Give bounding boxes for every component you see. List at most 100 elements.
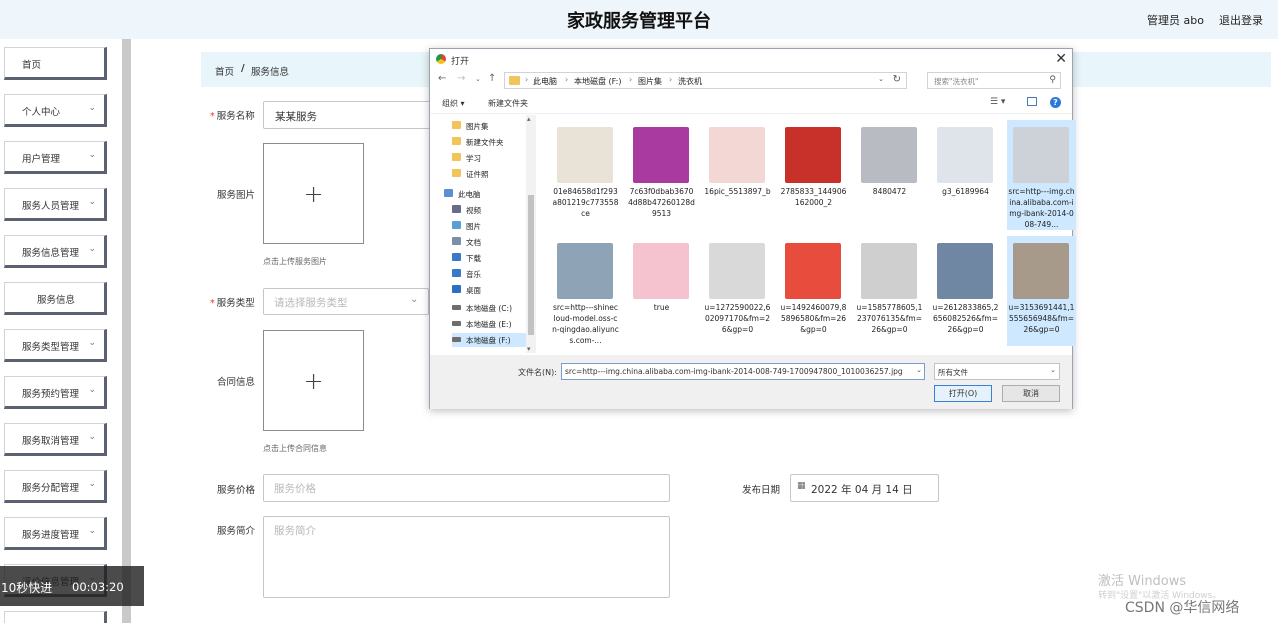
calendar-icon: ▦ [797,481,806,491]
filename-input[interactable]: src=http---img.china.alibaba.com-img-iba… [561,363,925,380]
file-item[interactable]: 7c63f0dbab36704d88b47260128d9513 [627,120,696,230]
scroll-down-icon[interactable]: ▾ [527,345,531,353]
fast-forward-label[interactable]: 10秒快进 [1,579,52,596]
sidebar-item[interactable]: 服务信息管理 ⌄ [4,235,107,268]
sidebar-item[interactable]: 服务预约管理 ⌄ [4,376,107,409]
file-item[interactable]: g3_6189964 [931,120,1000,230]
search-input[interactable]: 搜索"洗衣机" ⚲ [927,72,1061,89]
tree-node[interactable]: 图片 [452,219,526,233]
scroll-up-icon[interactable]: ▴ [527,115,531,123]
file-item[interactable]: 01e84658d1f293a801219c773558ce [551,120,620,230]
file-name: src=http---img.china.alibaba.com-img-iba… [1008,187,1075,229]
tree-node[interactable]: 桌面 [452,283,526,297]
sidebar-item[interactable]: 服务进度管理 ⌄ [4,517,107,550]
file-item[interactable]: src=http---shinecloud-model.oss-cn-qingd… [551,236,620,346]
tree-node[interactable]: 下载 [452,251,526,265]
tree-node[interactable]: 音乐 [452,267,526,281]
file-item[interactable]: u=1492460079,85896580&fm=26&gp=0 [779,236,848,346]
dialog-toolbar: 组织 ▾ 新建文件夹 ☰ ▾ ? [430,94,1072,114]
organize-button[interactable]: 组织 ▾ [442,98,465,109]
service-type-select[interactable]: 请选择服务类型 ⌄ [263,288,429,315]
sidebar-item[interactable]: 服务人员管理 ⌄ [4,188,107,221]
sidebar-item[interactable]: 用户管理 ⌄ [4,141,107,174]
sidebar-item[interactable]: 服务信息 [4,282,107,315]
file-grid: 01e84658d1f293a801219c773558ce 7c63f0dbab… [545,115,1076,353]
tree-node[interactable]: 学习 [452,151,526,165]
chevron-right-icon[interactable]: › [669,75,672,84]
intro-label: 服务简介 [217,526,256,537]
sidebar-item[interactable]: 首页 [4,47,107,80]
logout-link[interactable]: 退出登录 [1219,12,1263,28]
chevron-right-icon[interactable]: › [629,75,632,84]
back-arrow-icon[interactable]: ← [438,73,446,84]
refresh-icon[interactable]: ↻ [893,74,901,85]
scrollbar-thumb[interactable] [528,195,534,335]
close-icon[interactable]: ✕ [1055,51,1067,67]
address-bar[interactable]: › 此电脑 › 本地磁盘 (F:) › 图片集 › 洗衣机 ⌄ ↻ [504,72,907,89]
sidebar-item[interactable]: 个人中心 ⌄ [4,94,107,127]
up-arrow-icon[interactable]: ↑ [488,73,496,84]
file-item[interactable]: u=1585778605,1237076135&fm=26&gp=0 [855,236,924,346]
price-input[interactable]: 服务价格 [263,474,670,502]
service-image-upload[interactable]: + [263,143,364,244]
filename-label: 文件名(N): [518,368,557,377]
chevron-down-icon[interactable]: ⌄ [878,75,884,83]
file-item[interactable]: true [627,236,696,346]
tree-node[interactable]: 视频 [452,203,526,217]
pc-icon [444,189,453,197]
chevron-down-icon[interactable]: ⌄ [916,366,922,374]
tree-node[interactable]: 证件照 [452,167,526,181]
sidebar-item[interactable]: 服务类型管理 ⌄ [4,329,107,362]
sidebar-scrollbar[interactable] [122,39,131,623]
dialog-titlebar[interactable]: 打开 ✕ [430,49,1072,71]
path-segment[interactable]: 洗衣机 [678,76,702,87]
contract-upload[interactable]: + [263,330,364,431]
open-button[interactable]: 打开(O) [934,385,992,402]
tree-node[interactable]: 本地磁盘 (C:) [452,301,526,315]
file-item[interactable]: 16pic_5513897_b [703,120,772,230]
file-item[interactable]: u=2612833865,2656082526&fm=26&gp=0 [931,236,1000,346]
recent-dropdown-icon[interactable]: ⌄ [475,75,481,83]
chevron-right-icon[interactable]: › [525,75,528,84]
drive-icon [452,321,461,326]
service-name-input[interactable]: 某某服务 [263,101,433,129]
tree-node-label: 文档 [466,238,481,247]
sidebar-item[interactable]: 服务分配管理 ⌄ [4,470,107,503]
path-segment[interactable]: 此电脑 [533,76,557,87]
breadcrumb-home[interactable]: 首页 [215,64,234,78]
file-item[interactable]: 8480472 [855,120,924,230]
file-item[interactable]: src=http---img.china.alibaba.com-img-iba… [1007,120,1076,230]
sidebar-item[interactable]: 服务取消管理 ⌄ [4,423,107,456]
tree-node[interactable]: 本地磁盘 (E:) [452,317,526,331]
tree-node[interactable]: 图片集 [452,119,526,133]
tree-node[interactable]: 此电脑 [444,187,526,201]
filetype-select[interactable]: 所有文件 ⌄ [934,363,1060,380]
folder-icon [509,76,520,85]
tree-node[interactable]: 文档 [452,235,526,249]
sidebar-item[interactable]: 留言反馈⌄ [4,611,107,623]
sidebar-item-label: 用户管理 [22,154,61,165]
file-item[interactable]: u=1272590022,602097170&fm=26&gp=0 [703,236,772,346]
new-folder-button[interactable]: 新建文件夹 [488,98,528,109]
file-item[interactable]: u=3153691441,1555656948&fm=26&gp=0 [1007,236,1076,346]
tree-node[interactable]: 本地磁盘 (F:) [452,333,526,347]
cancel-button[interactable]: 取消 [1002,385,1060,402]
intro-textarea[interactable]: 服务简介 [263,516,670,598]
tree-node[interactable]: 新建文件夹 [452,135,526,149]
preview-pane-icon[interactable] [1027,97,1037,106]
service-name-label: 服务名称 [210,108,255,122]
view-mode-icon[interactable]: ☰ ▾ [990,97,1005,107]
file-name: 2785833_144906162000_2 [780,187,847,207]
sidebar-item-label: 服务分配管理 [22,483,80,494]
app-header: 家政服务管理平台 管理员 abo 退出登录 [0,0,1278,39]
help-icon[interactable]: ? [1050,97,1061,108]
publish-date-picker[interactable]: ▦ 2022 年 04 月 14 日 [790,474,939,502]
forward-arrow-icon[interactable]: → [457,73,465,84]
path-segment[interactable]: 本地磁盘 (F:) [574,76,621,87]
file-thumbnail [937,243,993,299]
tree-scrollbar[interactable]: ▴ ▾ [526,115,536,353]
chevron-right-icon[interactable]: › [565,75,568,84]
file-item[interactable]: 2785833_144906162000_2 [779,120,848,230]
tree-node-label: 学习 [466,154,481,163]
path-segment[interactable]: 图片集 [638,76,662,87]
